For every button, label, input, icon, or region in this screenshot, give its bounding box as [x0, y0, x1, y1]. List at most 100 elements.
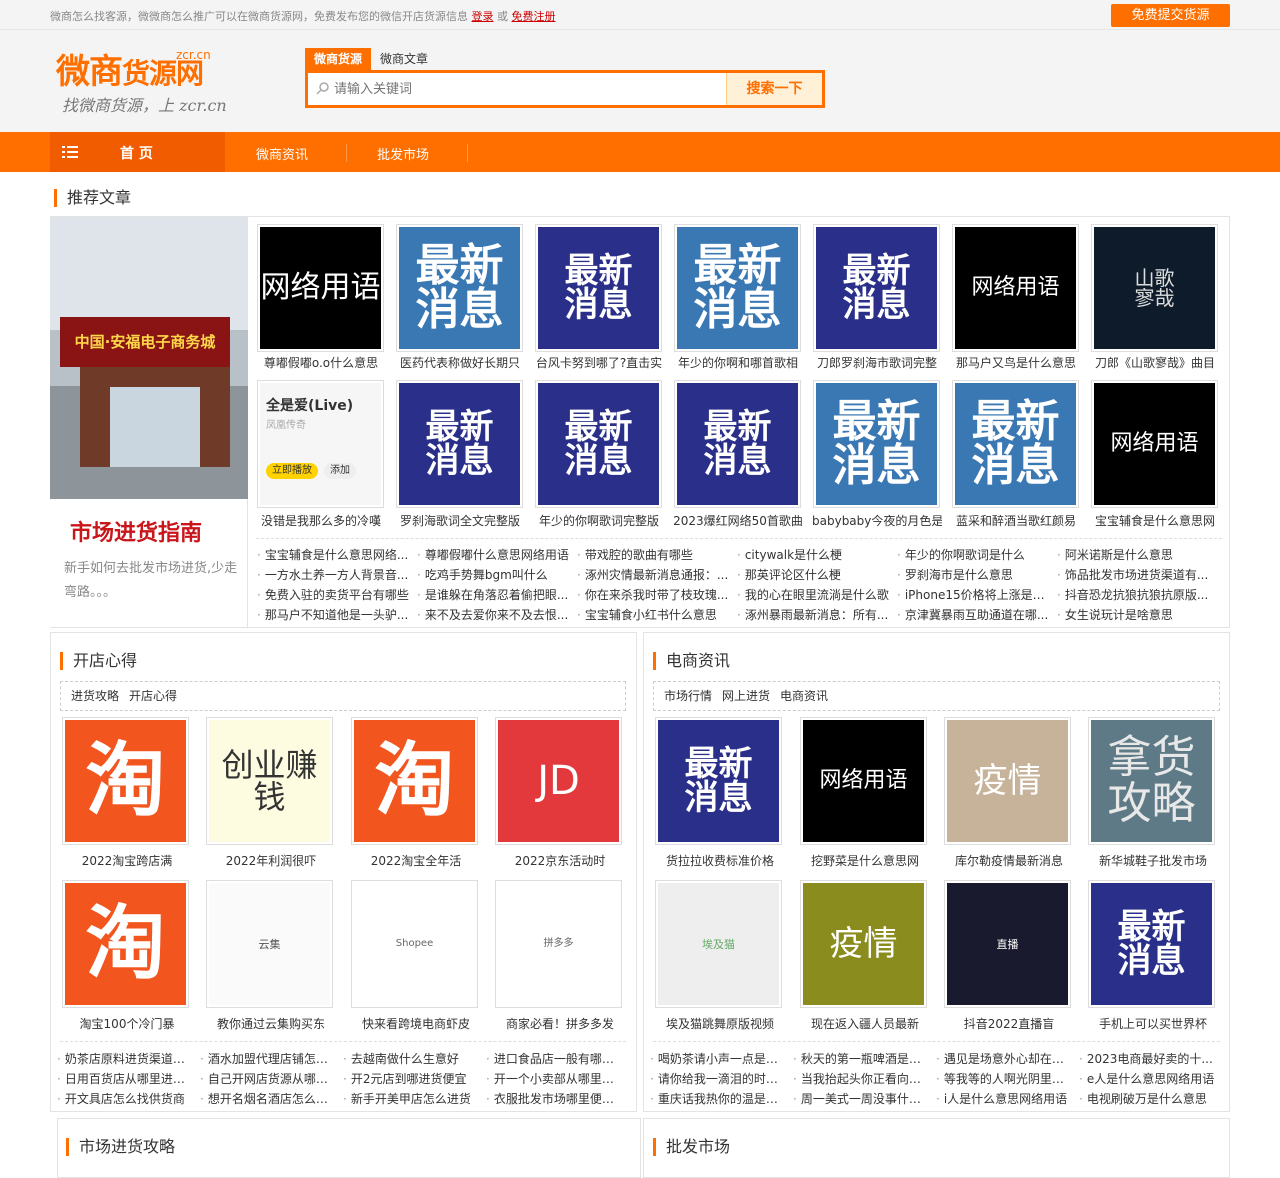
nav-item-news[interactable]: 微商资讯 [256, 144, 308, 163]
article-link[interactable]: 是谁躲在角落忍着偷把眼... [417, 586, 569, 603]
article-caption[interactable]: 医药代表称做好长期只 [395, 354, 525, 371]
article-thumb[interactable]: 最新 消息 [952, 380, 1079, 508]
article-link[interactable]: 进口食品店一般有哪些... [486, 1050, 624, 1067]
article-link[interactable]: 你在来杀我时带了枝玫瑰... [577, 586, 729, 603]
article-thumb[interactable]: 淘 [351, 717, 478, 845]
article-thumb[interactable]: 疫情 [800, 880, 927, 1008]
article-caption[interactable]: 刀郎罗刹海市歌词完整 [812, 354, 942, 371]
article-caption[interactable]: 台风卡努到哪了?直击实 [534, 354, 664, 371]
market-guide-banner[interactable]: 中国·安福电子商务城 市场进货指南 新手如何去批发市场进货,少走弯路。。。 [50, 217, 248, 627]
article-thumb[interactable]: 最新 消息 [674, 224, 801, 352]
article-link[interactable]: 秋天的第一瓶啤酒是什... [793, 1050, 931, 1067]
article-link[interactable]: 周一美式一周没事什么... [793, 1090, 931, 1107]
article-link[interactable]: 请你给我一滴泪的时间... [650, 1070, 788, 1087]
article-link[interactable]: 等我等的人啊光阴里的... [936, 1070, 1074, 1087]
login-link[interactable]: 登录 [472, 10, 494, 23]
article-thumb[interactable]: 网络用语 [800, 717, 927, 845]
article-thumb[interactable]: 网络用语 [952, 224, 1079, 352]
article-thumb[interactable]: 埃及猫 [655, 880, 782, 1008]
article-caption[interactable]: 商家必看！拼多多发 [495, 1015, 625, 1032]
article-link[interactable]: 年少的你啊歌词是什么 [897, 546, 1049, 563]
article-link[interactable]: 我的心在眼里流淌是什么歌 [737, 586, 889, 603]
article-caption[interactable]: 快来看跨境电商虾皮 [351, 1015, 481, 1032]
article-link[interactable]: 来不及去爱你来不及去恨... [417, 606, 569, 623]
article-link[interactable]: 一方水土养一方人背景音... [257, 566, 409, 583]
article-thumb[interactable]: 网络用语 [1091, 380, 1218, 508]
article-thumb[interactable]: 山歌 寥哉 [1091, 224, 1218, 352]
article-caption[interactable]: 抖音2022直播盲 [944, 1015, 1074, 1032]
article-link[interactable]: 尊嘟假嘟什么意思网络用语 [417, 546, 569, 563]
article-caption[interactable]: 没错是我那么多的冷嘆 [256, 512, 386, 529]
article-thumb[interactable]: 最新 消息 [655, 717, 782, 845]
article-caption[interactable]: 罗刹海歌词全文完整版 [395, 512, 525, 529]
article-thumb[interactable]: 网络用语 [257, 224, 384, 352]
article-link[interactable]: 重庆话我热你的温是什... [650, 1090, 788, 1107]
article-caption[interactable]: 货拉拉收费标准价格 [655, 852, 785, 869]
article-caption[interactable]: 2022年利润很吓 [206, 852, 336, 869]
search-tab-supply[interactable]: 微商货源 [305, 48, 372, 70]
article-link[interactable]: 开文具店怎么找供货商 [57, 1090, 195, 1107]
article-link[interactable]: 想开名烟名酒店怎么入手 [200, 1090, 338, 1107]
article-link[interactable]: 新手开美甲店怎么进货 [343, 1090, 481, 1107]
article-caption[interactable]: 2022淘宝全年活 [351, 852, 481, 869]
article-caption[interactable]: babybaby今夜的月色是 [812, 512, 942, 529]
article-link[interactable]: 涿州暴雨最新消息：所有... [737, 606, 889, 623]
article-thumb[interactable]: 淘 [62, 880, 189, 1008]
article-caption[interactable]: 2022京东活动时 [495, 852, 625, 869]
article-caption[interactable]: 挖野菜是什么意思网 [800, 852, 930, 869]
article-caption[interactable]: 埃及猫跳舞原版视频 [655, 1015, 785, 1032]
article-link[interactable]: 罗刹海市是什么意思 [897, 566, 1049, 583]
article-thumb[interactable]: 最新 消息 [1088, 880, 1215, 1008]
article-thumb[interactable]: 疫情 [944, 717, 1071, 845]
article-link[interactable]: 开一个小卖部从哪里进... [486, 1070, 624, 1087]
site-logo[interactable]: 微商货源网 zcr.cn 找微商货源，上 zcr.cn [56, 44, 227, 134]
search-button[interactable]: 搜索一下 [726, 73, 822, 105]
article-thumb[interactable]: 淘 [62, 717, 189, 845]
article-link[interactable]: 京津冀暴雨互助通道在哪... [897, 606, 1049, 623]
article-link[interactable]: 带戏腔的歌曲有哪些 [577, 546, 729, 563]
article-link[interactable]: 喝奶茶请小声一点是什... [650, 1050, 788, 1067]
article-caption[interactable]: 手机上可以买世界杯 [1088, 1015, 1218, 1032]
article-caption[interactable]: 现在返入疆人员最新 [800, 1015, 930, 1032]
tab-ec-news[interactable]: 电商资讯 [780, 687, 828, 705]
article-caption[interactable]: 那马户又鸟是什么意思 [951, 354, 1081, 371]
article-caption[interactable]: 2023爆红网络50首歌曲 [673, 512, 803, 529]
tab-shop-tips[interactable]: 开店心得 [129, 687, 177, 705]
article-caption[interactable]: 尊嘟假嘟o.o什么意思 [256, 354, 386, 371]
article-thumb[interactable]: 拿货 攻略 [1088, 717, 1215, 845]
article-thumb[interactable]: 直播 [944, 880, 1071, 1008]
article-thumb[interactable]: 全是爱(Live) 凤凰传奇 立即播放 添加 [257, 380, 384, 508]
article-link[interactable]: 宝宝辅食小红书什么意思 [577, 606, 729, 623]
article-link[interactable]: 开2元店到哪进货便宜 [343, 1070, 481, 1087]
article-link[interactable]: citywalk是什么梗 [737, 546, 889, 563]
article-thumb[interactable]: 最新 消息 [674, 380, 801, 508]
article-link[interactable]: 奶茶店原料进货渠道有... [57, 1050, 195, 1067]
article-caption[interactable]: 2022淘宝跨店满 [62, 852, 192, 869]
article-link[interactable]: iPhone15价格将上涨是真... [897, 586, 1049, 603]
article-link[interactable]: 酒水加盟代理店铺怎么... [200, 1050, 338, 1067]
article-caption[interactable]: 库尔勒疫情最新消息 [944, 852, 1074, 869]
article-caption[interactable]: 淘宝100个冷门暴 [62, 1015, 192, 1032]
article-thumb[interactable]: 最新 消息 [813, 224, 940, 352]
article-thumb[interactable]: 最新 消息 [535, 380, 662, 508]
article-link[interactable]: 当我抬起头你正看向我... [793, 1070, 931, 1087]
article-link[interactable]: 宝宝辅食是什么意思网络... [257, 546, 409, 563]
article-link[interactable]: 免费入驻的卖货平台有哪些 [257, 586, 409, 603]
article-thumb[interactable]: 最新 消息 [535, 224, 662, 352]
article-link[interactable]: 阿米诺斯是什么意思 [1057, 546, 1209, 563]
article-link[interactable]: 遇见是场意外心却在风... [936, 1050, 1074, 1067]
nav-item-wholesale[interactable]: 批发市场 [377, 144, 429, 163]
article-thumb[interactable]: 最新 消息 [396, 224, 523, 352]
article-link[interactable]: 吃鸡手势舞bgm叫什么 [417, 566, 569, 583]
article-link[interactable]: 衣服批发市场哪里便宜... [486, 1090, 624, 1107]
tab-purchase-guide[interactable]: 进货攻略 [71, 687, 119, 705]
article-caption[interactable]: 刀郎《山歌寥哉》曲目 [1090, 354, 1220, 371]
search-input[interactable] [334, 77, 724, 101]
article-link[interactable]: 自己开网店货源从哪里来 [200, 1070, 338, 1087]
article-link[interactable]: 去越南做什么生意好 [343, 1050, 481, 1067]
article-thumb[interactable]: 拼多多 [495, 880, 622, 1008]
article-link[interactable]: 饰品批发市场进货渠道有... [1057, 566, 1209, 583]
article-link[interactable]: 日用百货店从哪里进货... [57, 1070, 195, 1087]
article-link[interactable]: 女生说玩计是啥意思 [1057, 606, 1209, 623]
article-link[interactable]: i人是什么意思网络用语 [936, 1090, 1074, 1107]
